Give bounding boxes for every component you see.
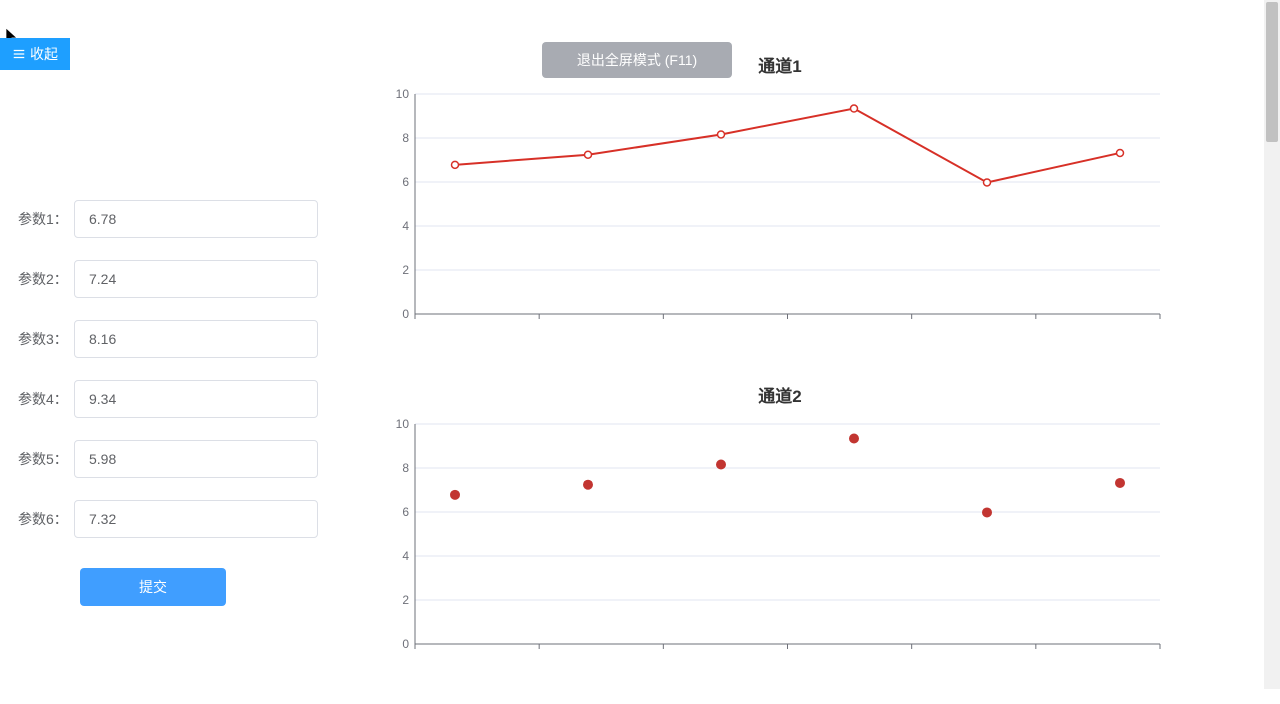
collapse-button[interactable]: 收起 <box>0 38 70 70</box>
svg-text:0: 0 <box>402 307 409 321</box>
svg-text:0: 0 <box>402 637 409 651</box>
menu-icon <box>12 47 26 61</box>
scrollbar[interactable] <box>1264 0 1280 689</box>
submit-label: 提交 <box>139 579 167 595</box>
param-label: 参数6： <box>18 509 74 529</box>
param-label: 参数1： <box>18 209 74 229</box>
chart-1-title: 通道1 <box>380 52 1180 77</box>
svg-text:10: 10 <box>396 417 410 431</box>
svg-text:4: 4 <box>402 219 409 233</box>
params-panel: 参数1： 参数2： 参数3： 参数4： 参数5： 参数6： 提交 <box>18 200 318 606</box>
chart-2-title: 通道2 <box>380 382 1180 407</box>
chart-2: 通道2 0 2 4 6 8 10 <box>380 374 1180 664</box>
svg-text:6: 6 <box>402 175 409 189</box>
svg-text:6: 6 <box>402 505 409 519</box>
svg-text:2: 2 <box>402 593 409 607</box>
chart-1: 通道1 0 2 4 6 8 10 <box>380 44 1180 334</box>
submit-button[interactable]: 提交 <box>80 568 226 606</box>
param-label: 参数3： <box>18 329 74 349</box>
chart-2-svg: 0 2 4 6 8 10 <box>380 374 1180 664</box>
param-label: 参数5： <box>18 449 74 469</box>
collapse-label: 收起 <box>30 44 58 64</box>
param-label: 参数4： <box>18 389 74 409</box>
param-input-5[interactable] <box>74 440 318 478</box>
svg-text:4: 4 <box>402 549 409 563</box>
param-row-6: 参数6： <box>18 500 318 538</box>
param-row-4: 参数4： <box>18 380 318 418</box>
svg-text:2: 2 <box>402 263 409 277</box>
svg-text:8: 8 <box>402 461 409 475</box>
param-input-3[interactable] <box>74 320 318 358</box>
param-row-5: 参数5： <box>18 440 318 478</box>
param-input-4[interactable] <box>74 380 318 418</box>
param-input-1[interactable] <box>74 200 318 238</box>
scrollbar-thumb[interactable] <box>1266 2 1278 142</box>
svg-text:10: 10 <box>396 87 410 101</box>
chart-1-svg: 0 2 4 6 8 10 <box>380 44 1180 334</box>
param-label: 参数2： <box>18 269 74 289</box>
svg-text:8: 8 <box>402 131 409 145</box>
param-input-2[interactable] <box>74 260 318 298</box>
param-row-3: 参数3： <box>18 320 318 358</box>
param-row-1: 参数1： <box>18 200 318 238</box>
param-row-2: 参数2： <box>18 260 318 298</box>
param-input-6[interactable] <box>74 500 318 538</box>
